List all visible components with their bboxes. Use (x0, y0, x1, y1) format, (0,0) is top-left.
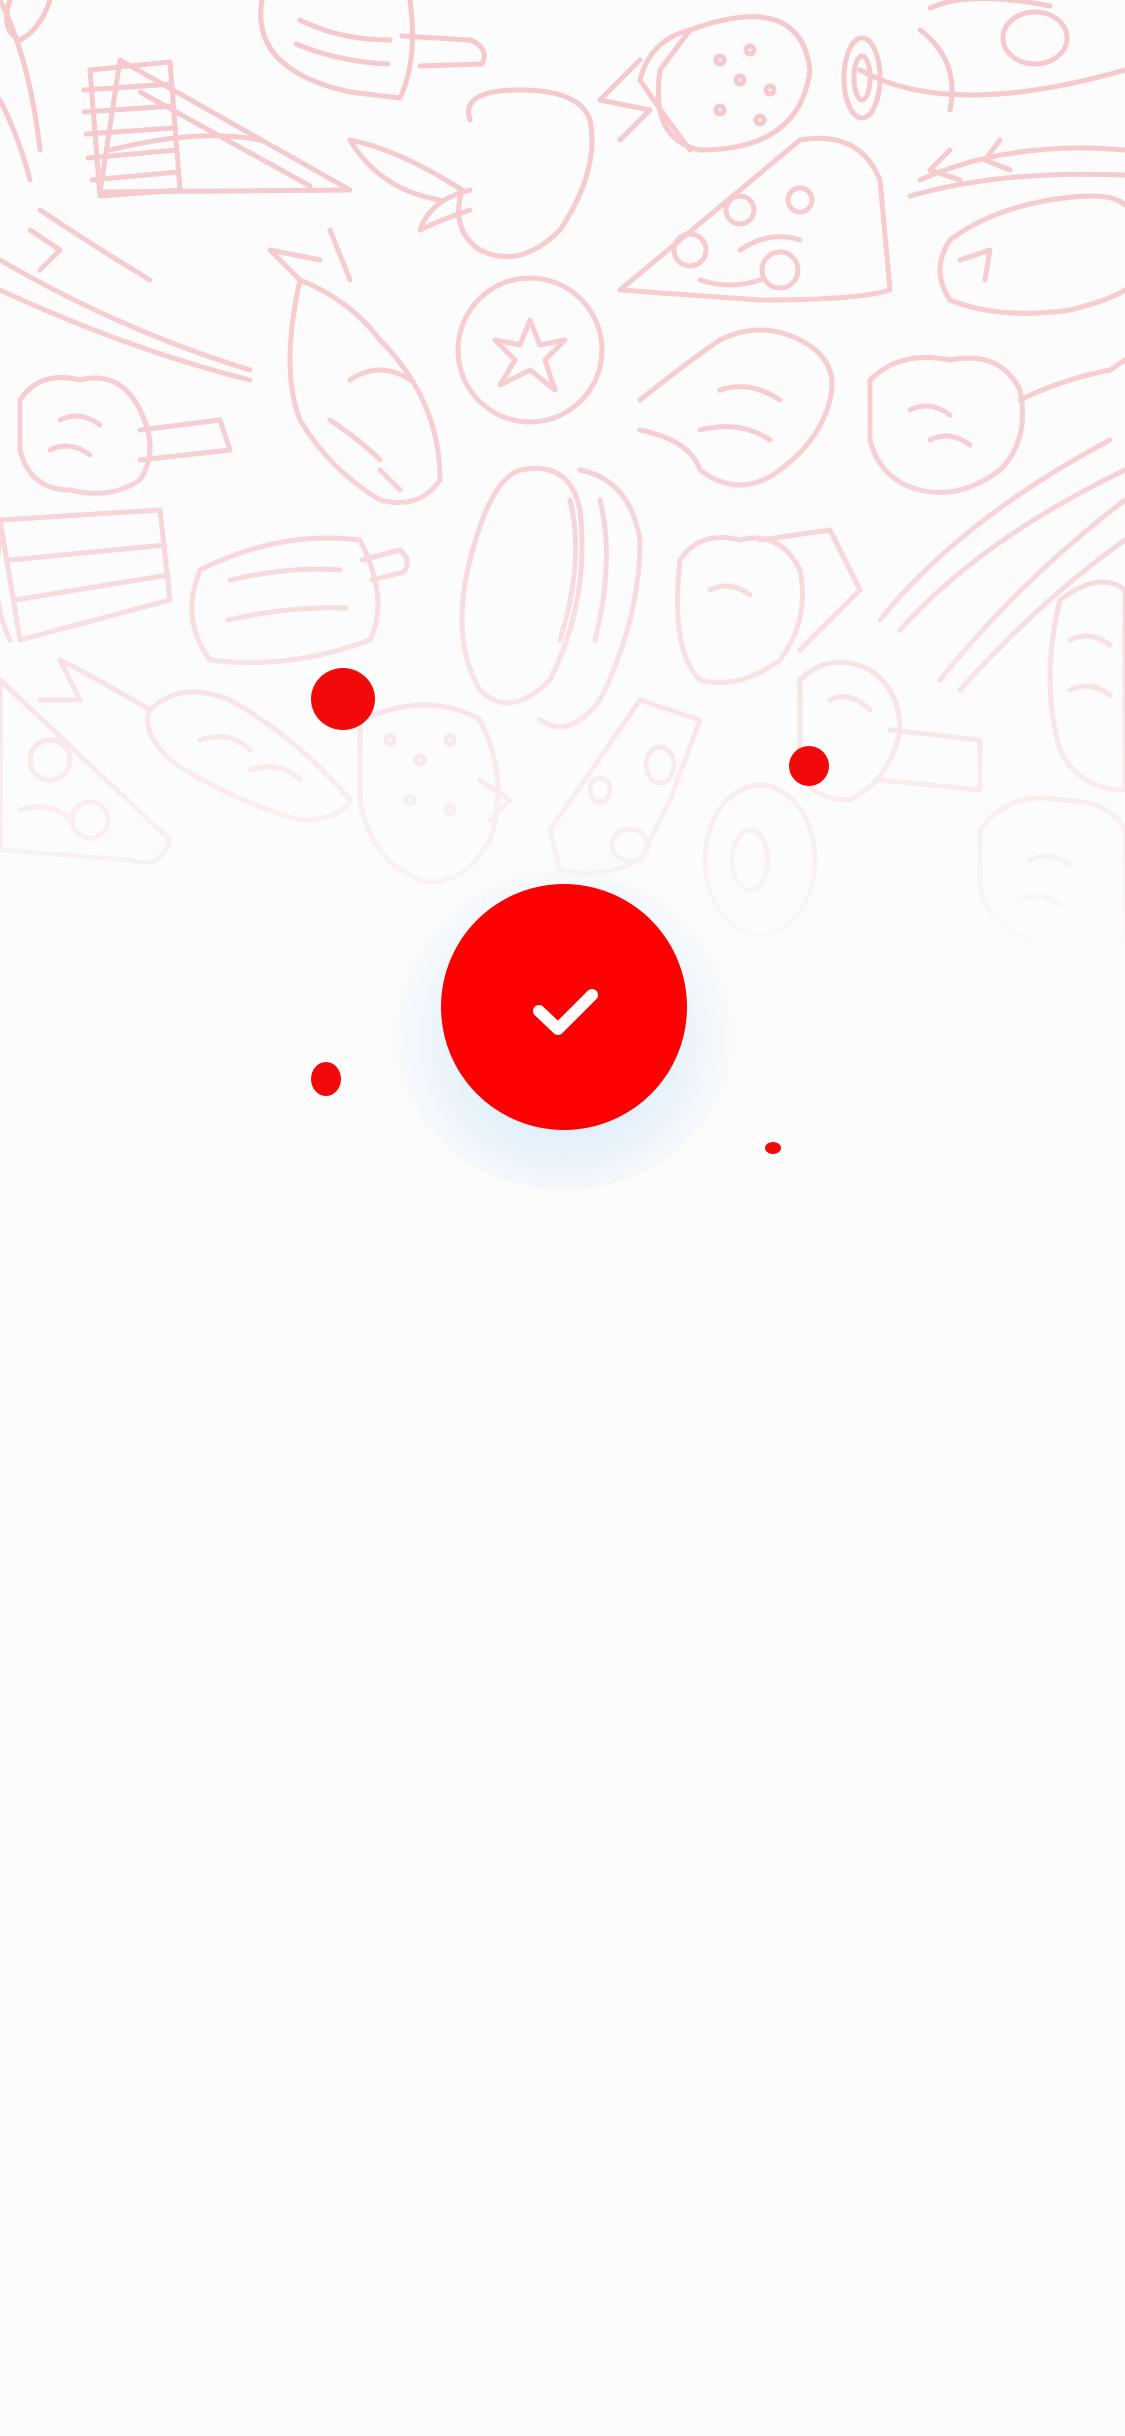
cupcake-icon (675, 527, 863, 685)
order-success-screen (0, 0, 1125, 2436)
broccoli-icon (977, 795, 1125, 953)
checkmark-icon (533, 989, 598, 1035)
chicken-leg-icon (937, 193, 1125, 316)
donut-icon (702, 782, 818, 938)
cupcake-icon (1047, 579, 1125, 793)
broccoli-icon (17, 375, 233, 496)
burger-icon (459, 465, 643, 730)
success-badge (441, 884, 687, 1130)
ice-cream-bar-icon (189, 535, 410, 665)
pizza-slice-icon (617, 135, 893, 303)
asparagus-icon (907, 137, 1125, 199)
corn-icon (0, 0, 53, 183)
broccoli-icon (867, 355, 1125, 495)
asparagus-icon (0, 207, 253, 383)
broccoli-icon (637, 327, 835, 488)
asparagus-icon (877, 437, 1125, 693)
carrot-icon (37, 657, 353, 823)
confetti-dot (311, 668, 375, 730)
broccoli-icon (797, 659, 983, 803)
confetti-dot (765, 1142, 781, 1154)
corn-icon (0, 507, 173, 643)
ice-cream-bar-icon (258, 0, 487, 101)
confetti-dot (311, 1062, 341, 1096)
french-fries-icon (81, 59, 183, 199)
apple-icon (347, 87, 595, 260)
strawberry-icon (597, 14, 813, 153)
sausage-icon (841, 0, 1125, 121)
fish-icon (267, 227, 443, 505)
tomato-icon (455, 275, 605, 425)
confetti-dot (789, 746, 829, 786)
